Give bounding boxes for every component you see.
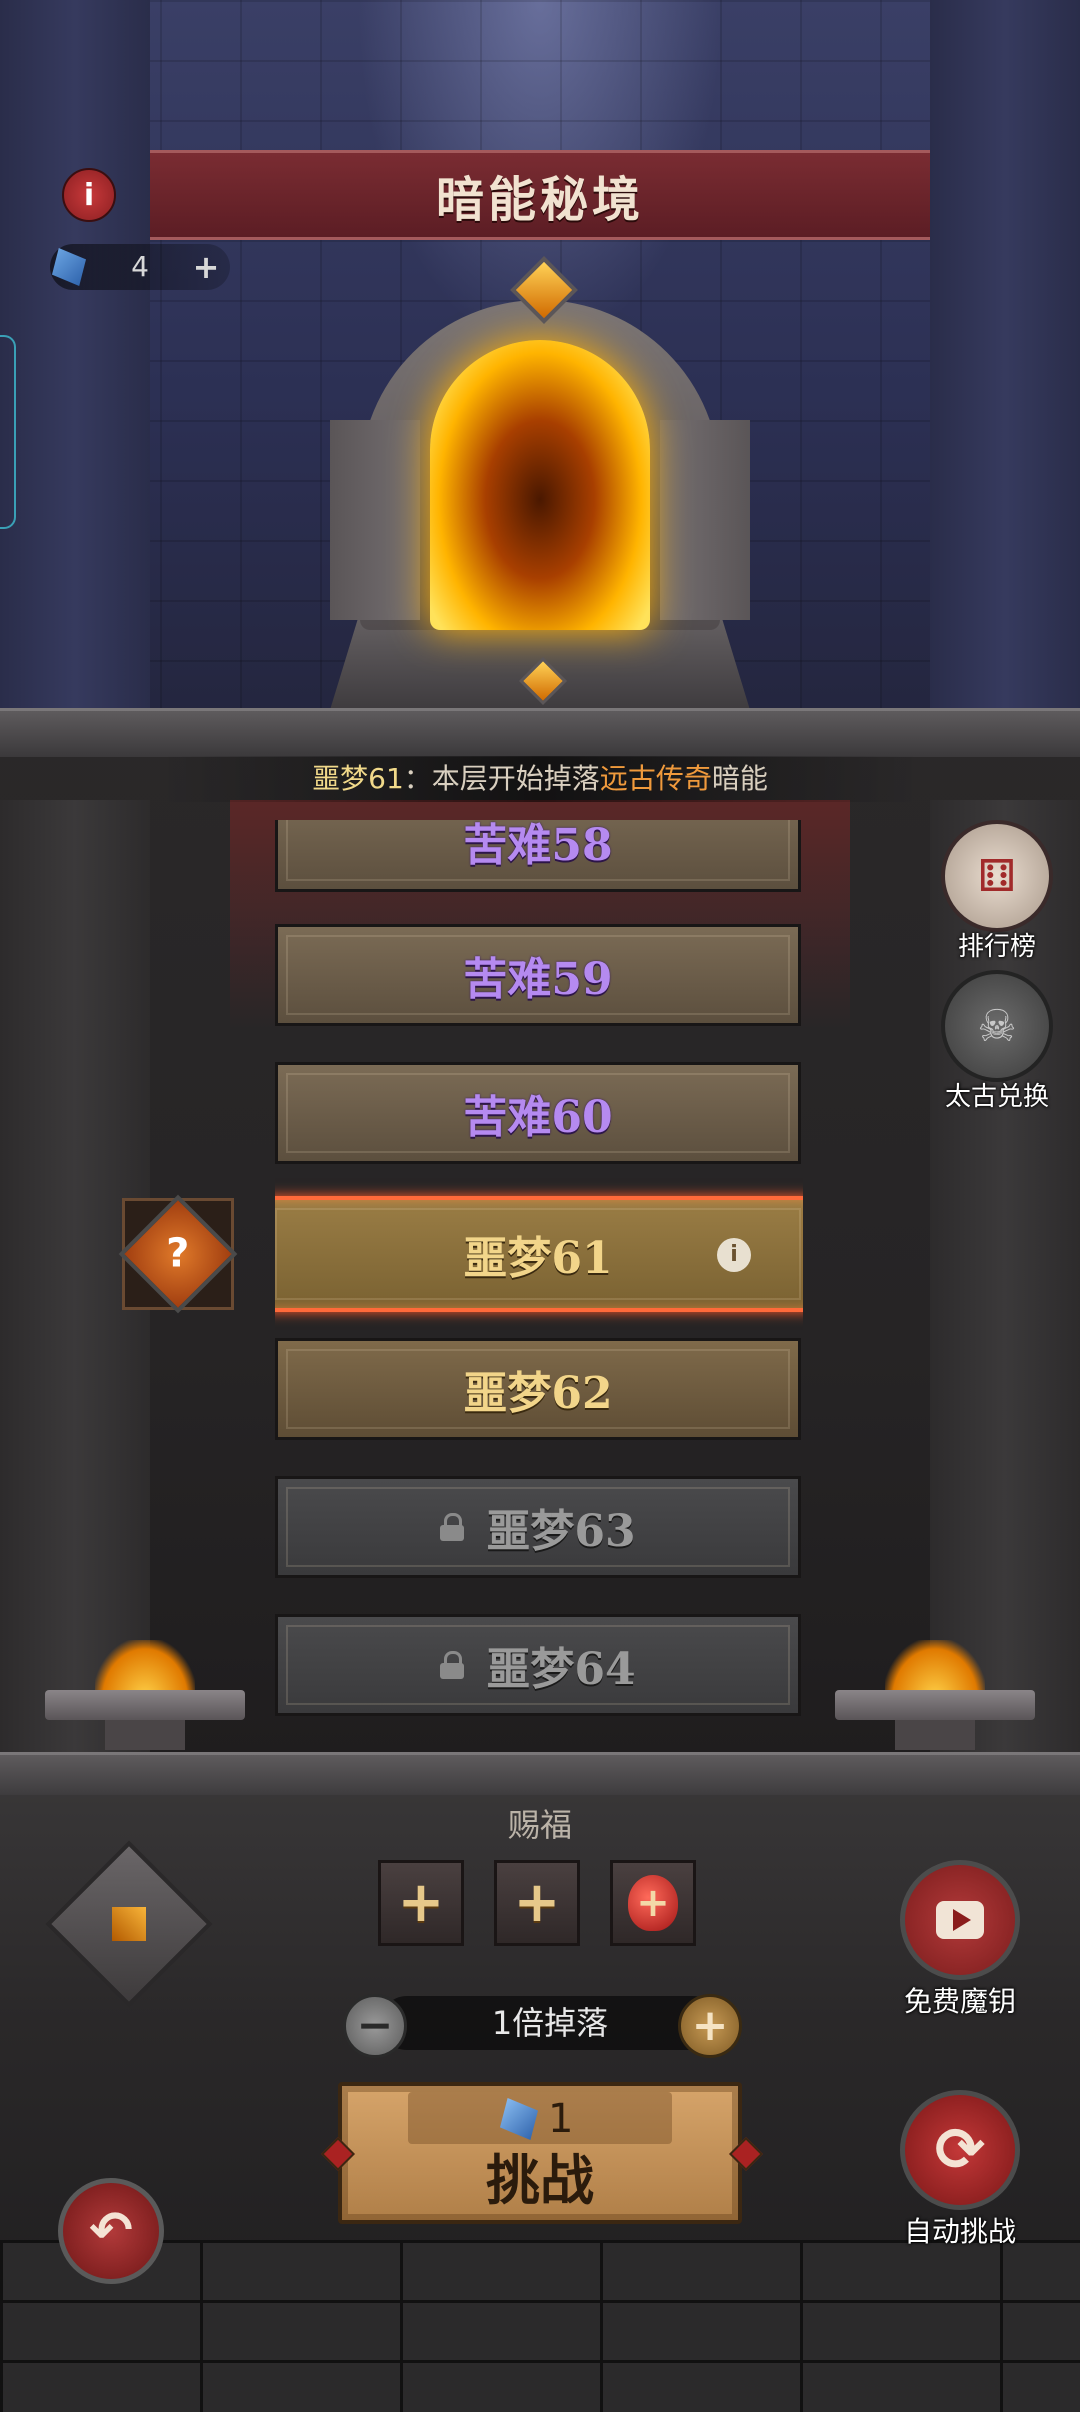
stone-ledge [0, 708, 1080, 757]
drop-notice-highlight: 远古传奇 [599, 762, 712, 795]
leaderboard-dice-icon: ⚅ [941, 820, 1053, 932]
blessing-slot-1[interactable]: + [378, 1860, 464, 1946]
level-label: 噩梦62 [463, 1368, 613, 1419]
level-row-61-selected[interactable]: 噩梦61 i [275, 1196, 803, 1312]
level-label: 噩梦61 [463, 1233, 613, 1284]
lock-icon [440, 1513, 465, 1541]
ornament-left [45, 1840, 213, 2008]
portal-pillar-right [660, 420, 750, 620]
challenge-label: 挑战 [486, 2149, 594, 2212]
add-key-button[interactable]: + [188, 248, 224, 286]
add-blessing-icon: + [513, 1870, 561, 1935]
key-count: 4 [131, 250, 149, 283]
increase-multiplier-button[interactable]: + [678, 1994, 742, 2058]
back-arrow-icon: ↶ [89, 2201, 133, 2261]
blessing-slot-3[interactable]: + [610, 1860, 696, 1946]
exchange-label: 太古兑换 [944, 1082, 1049, 1112]
drop-multiplier-text: 1倍掉落 [491, 2004, 609, 2042]
challenge-cost [408, 2092, 672, 2144]
lock-icon [440, 1651, 465, 1679]
ancient-exchange-button[interactable]: ☠ 太古兑换 [932, 970, 1062, 1113]
level-row-60[interactable]: 苦难60 [275, 1062, 801, 1164]
brazier-right [835, 1640, 1035, 1750]
auto-challenge-button[interactable]: ⟳ 自动挑战 [885, 2090, 1035, 2250]
bottom-ledge [0, 1752, 1080, 1795]
level-row-63[interactable]: 噩梦63 [275, 1476, 801, 1578]
left-pillar [0, 0, 150, 712]
ranking-label: 排行榜 [957, 932, 1036, 962]
drop-notice-suffix: 暗能 [711, 762, 768, 795]
free-key-button[interactable]: 免费魔钥 [895, 1860, 1025, 2020]
auto-repeat-icon: ⟳ [900, 2090, 1020, 2210]
skull-icon: ☠ [941, 970, 1053, 1082]
info-icon[interactable]: i [62, 168, 116, 222]
level-label: 苦难60 [463, 1092, 613, 1143]
level-row-62[interactable]: 噩梦62 [275, 1338, 801, 1440]
level-row-64[interactable]: 噩梦64 [275, 1614, 801, 1716]
drop-notice: 噩梦61：本层开始掉落远古传奇暗能 [160, 756, 920, 802]
level-list[interactable]: 苦难58 苦难59 苦难60 噩梦61 i 噩梦62 噩梦63 噩梦64 [275, 820, 803, 1730]
portal-glow [430, 340, 650, 630]
ranking-button[interactable]: ⚅ 排行榜 [932, 820, 1062, 963]
level-label: 噩梦64 [486, 1644, 636, 1695]
challenge-cost-count: 1 [548, 2096, 574, 2142]
level-label: 苦难58 [463, 820, 613, 871]
potion-icon: + [628, 1875, 678, 1931]
decrease-multiplier-button[interactable]: − [343, 1994, 407, 2058]
drop-notice-prefix: 本层开始掉落 [431, 762, 600, 795]
floor-tiles [0, 2240, 1080, 2412]
blessing-title: 赐福 [507, 1806, 572, 1844]
page-title: 暗能秘境 [435, 172, 644, 228]
back-button[interactable]: ↶ [58, 2178, 164, 2284]
level-row-58[interactable]: 苦难58 [275, 820, 801, 892]
level-row-59[interactable]: 苦难59 [275, 924, 801, 1026]
mystery-reward-box[interactable]: ? [118, 1194, 238, 1314]
right-pillar [930, 0, 1080, 712]
portal-pillar-left [330, 420, 420, 620]
side-drawer-tab[interactable] [0, 335, 16, 529]
add-blessing-icon: + [397, 1870, 445, 1935]
brazier-left [45, 1640, 245, 1750]
question-mark-icon: ? [118, 1194, 238, 1314]
level-info-icon[interactable]: i [717, 1238, 751, 1272]
auto-challenge-label: 自动挑战 [903, 2215, 1016, 2248]
free-key-label: 免费魔钥 [903, 1985, 1016, 2018]
level-label: 噩梦63 [486, 1506, 636, 1557]
blessing-slot-2[interactable]: + [494, 1860, 580, 1946]
drop-notice-sep: ： [403, 762, 432, 795]
video-ad-icon [900, 1860, 1020, 1980]
title-banner: 暗能秘境 [150, 150, 930, 240]
level-label: 苦难59 [463, 954, 613, 1005]
drop-notice-level: 噩梦61 [312, 762, 404, 795]
